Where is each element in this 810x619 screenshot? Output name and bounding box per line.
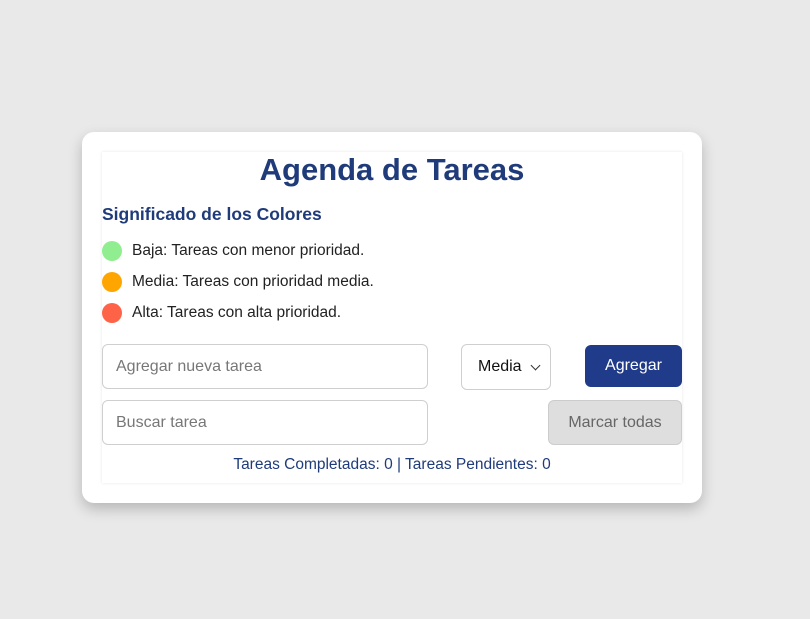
task-agenda-card: Agenda de Tareas Significado de los Colo… [82, 132, 702, 503]
priority-select[interactable]: Media [461, 344, 551, 390]
legend-heading: Significado de los Colores [102, 204, 322, 224]
legend-item-high: Alta: Tareas con alta prioridad. [102, 303, 341, 323]
new-task-input[interactable] [102, 344, 428, 389]
task-agenda-panel: Agenda de Tareas Significado de los Colo… [102, 152, 682, 483]
task-stats: Tareas Completadas: 0 | Tareas Pendiente… [233, 456, 551, 473]
legend-label-high: Alta: Tareas con alta prioridad. [132, 304, 342, 321]
legend-label-medium: Media: Tareas con prioridad media. [132, 273, 374, 290]
legend-item-low: Baja: Tareas con menor prioridad. [102, 241, 364, 261]
medium-priority-dot-icon [102, 272, 122, 292]
legend-label-low: Baja: Tareas con menor prioridad. [132, 242, 365, 259]
search-task-input[interactable] [102, 400, 428, 445]
mark-all-button[interactable]: Marcar todas [548, 400, 682, 445]
legend-item-medium: Media: Tareas con prioridad media. [102, 272, 374, 292]
add-task-button[interactable]: Agregar [585, 345, 682, 387]
chevron-down-icon [530, 361, 542, 373]
priority-select-value: Media [478, 358, 522, 375]
high-priority-dot-icon [102, 303, 122, 323]
low-priority-dot-icon [102, 241, 122, 261]
page-title: Agenda de Tareas [259, 152, 525, 187]
